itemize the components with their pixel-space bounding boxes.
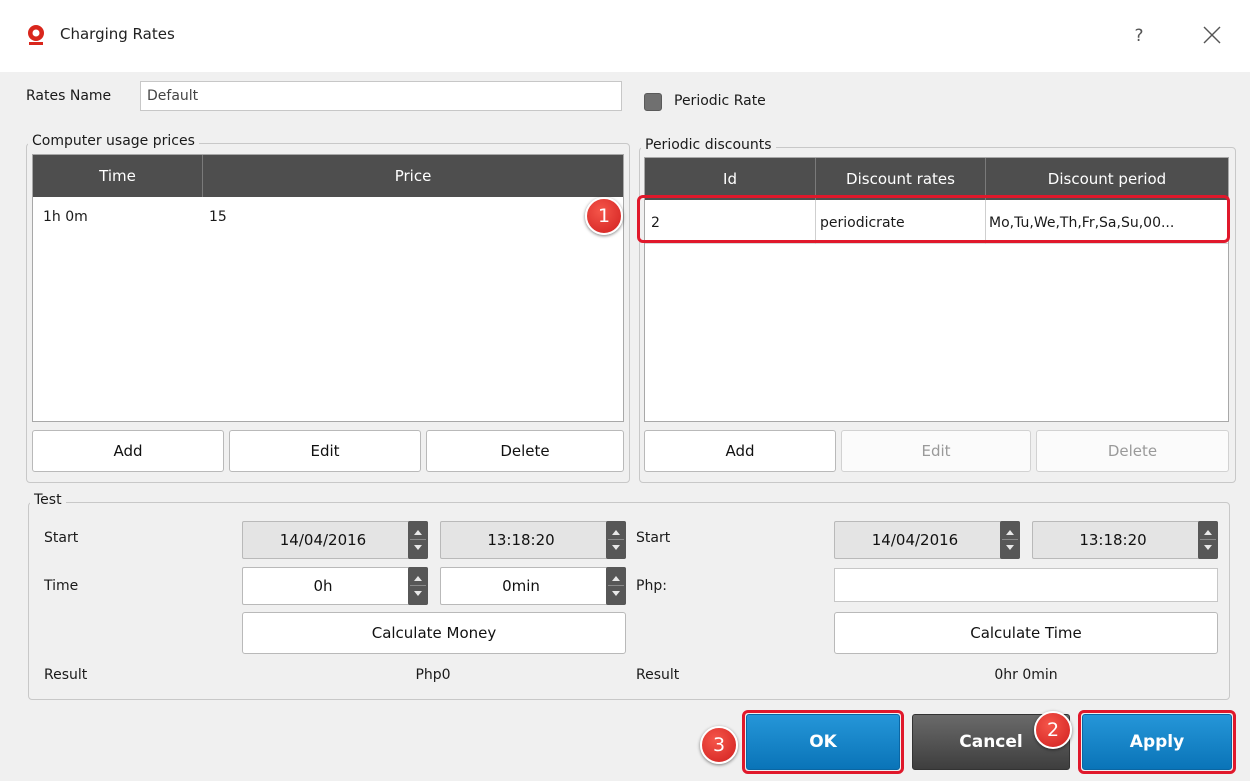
hours-value: 0h	[313, 577, 333, 595]
rates-name-input[interactable]: Default	[140, 81, 622, 111]
money-result-value: Php0	[415, 667, 451, 683]
php-label: Php:	[636, 578, 667, 594]
periodic-rate-label: Periodic Rate	[674, 93, 766, 109]
spin-arrows-icon[interactable]	[408, 567, 428, 605]
column-header-time[interactable]: Time	[33, 155, 203, 197]
right-start-date-spinbox[interactable]: 14/04/2016	[834, 521, 1020, 559]
help-button[interactable]: ?	[1124, 21, 1154, 51]
right-start-time-value: 13:18:20	[1079, 531, 1147, 549]
usage-add-button[interactable]: Add	[32, 430, 224, 472]
step-badge-3: 3	[700, 726, 738, 764]
right-start-time-spinbox[interactable]: 13:18:20	[1032, 521, 1218, 559]
spin-arrows-icon[interactable]	[1000, 521, 1020, 559]
column-header-id[interactable]: Id	[645, 158, 816, 200]
left-start-time-value: 13:18:20	[487, 531, 555, 549]
spin-arrows-icon[interactable]	[606, 567, 626, 605]
calculate-money-button[interactable]: Calculate Money	[242, 612, 626, 654]
step-badge-1: 1	[585, 197, 623, 235]
rates-name-label: Rates Name	[26, 88, 112, 104]
minutes-spinbox[interactable]: 0min	[440, 567, 626, 605]
spin-arrows-icon[interactable]	[1198, 521, 1218, 559]
column-header-discount-period[interactable]: Discount period	[986, 158, 1228, 200]
usage-delete-button[interactable]: Delete	[426, 430, 624, 472]
left-result-label: Result	[44, 667, 88, 683]
discount-delete-button[interactable]: Delete	[1036, 430, 1229, 472]
right-start-date-value: 14/04/2016	[871, 531, 959, 549]
usage-edit-button[interactable]: Edit	[229, 430, 421, 472]
spin-arrows-icon[interactable]	[606, 521, 626, 559]
php-input[interactable]	[834, 568, 1218, 602]
hours-spinbox[interactable]: 0h	[242, 567, 428, 605]
periodic-discounts-header: Id Discount rates Discount period	[645, 158, 1228, 200]
table-row[interactable]: 1h 0m 15	[33, 207, 623, 231]
apply-highlight-annotation	[1078, 710, 1236, 774]
left-time-label: Time	[44, 578, 79, 594]
usage-prices-header: Time Price	[33, 155, 623, 197]
left-start-date-spinbox[interactable]: 14/04/2016	[242, 521, 428, 559]
usage-prices-title: Computer usage prices	[28, 133, 199, 149]
calculate-time-button[interactable]: Calculate Time	[834, 612, 1218, 654]
time-result-value: 0hr 0min	[994, 667, 1058, 683]
periodic-discounts-title: Periodic discounts	[641, 137, 776, 153]
right-start-label: Start	[636, 530, 671, 546]
app-logo-icon	[28, 25, 44, 45]
close-icon[interactable]	[1196, 19, 1228, 51]
row-highlight-annotation	[637, 195, 1230, 243]
usage-prices-table[interactable]: Time Price 1h 0m 15	[32, 154, 624, 422]
title-bar: Charging Rates ?	[0, 0, 1250, 72]
column-header-discount-rates[interactable]: Discount rates	[816, 158, 986, 200]
left-start-time-spinbox[interactable]: 13:18:20	[440, 521, 626, 559]
minutes-value: 0min	[502, 577, 540, 595]
periodic-rate-checkbox[interactable]	[644, 93, 662, 111]
spin-arrows-icon[interactable]	[408, 521, 428, 559]
column-header-price[interactable]: Price	[203, 155, 623, 197]
right-result-label: Result	[636, 667, 680, 683]
discount-edit-button[interactable]: Edit	[841, 430, 1031, 472]
step-badge-2: 2	[1034, 711, 1072, 749]
left-start-date-value: 14/04/2016	[279, 531, 367, 549]
cell-time: 1h 0m	[43, 209, 88, 225]
ok-highlight-annotation	[742, 710, 904, 774]
test-title: Test	[30, 492, 66, 508]
discount-add-button[interactable]: Add	[644, 430, 836, 472]
cell-price: 15	[209, 209, 227, 225]
window-title: Charging Rates	[60, 25, 175, 43]
left-start-label: Start	[44, 530, 79, 546]
